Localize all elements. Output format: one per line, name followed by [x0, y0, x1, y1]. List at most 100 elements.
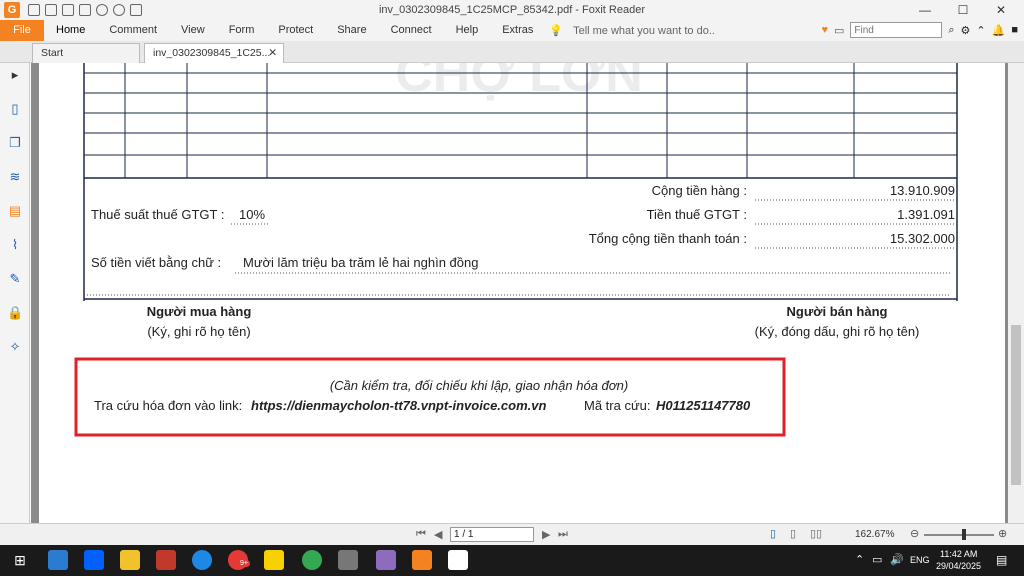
title-bar: G inv_0302309845_1C25MCP_85342.pdf - Fox…: [0, 0, 1024, 20]
clock-time[interactable]: 11:42 AM: [940, 549, 977, 559]
view-continuous-icon[interactable]: ▯: [790, 527, 796, 540]
attachment-icon[interactable]: ⌇: [7, 237, 23, 253]
lookup-code: H011251147780: [656, 398, 751, 413]
print-icon[interactable]: [62, 4, 74, 16]
zoom-slider-handle[interactable]: [962, 529, 966, 540]
view-facing-icon[interactable]: ▯▯: [810, 527, 822, 540]
gear-icon[interactable]: ⚙: [961, 24, 971, 37]
seller-title: Người bán hàng: [787, 304, 888, 319]
quick-access-toolbar: [28, 4, 142, 16]
menu-protect[interactable]: Protect: [266, 20, 325, 41]
close-icon[interactable]: ✕: [268, 47, 277, 59]
menu-help[interactable]: Help: [444, 20, 491, 41]
app-icon[interactable]: [48, 550, 68, 570]
notification-center-icon[interactable]: ▤: [996, 553, 1007, 567]
foxit-reader-icon[interactable]: [412, 550, 432, 570]
document-viewport[interactable]: CHỢ LỚN Cộng tiền hàng : 13.910.909 Tiền…: [31, 45, 1008, 523]
buyer-note: (Ký, ghi rõ họ tên): [147, 324, 250, 339]
sticky-notes-icon[interactable]: [264, 550, 284, 570]
lightbulb-icon: 💡: [549, 25, 564, 37]
language-indicator[interactable]: ENG: [910, 555, 930, 565]
new-icon[interactable]: [79, 4, 91, 16]
lookup-link[interactable]: https://dienmaycholon-tt78.vnpt-invoice.…: [251, 398, 546, 413]
menu-share[interactable]: Share: [325, 20, 378, 41]
first-page-icon[interactable]: ⏮: [416, 528, 426, 541]
seller-note: (Ký, đóng dấu, ghi rõ họ tên): [755, 324, 920, 339]
capcut-icon[interactable]: [448, 550, 468, 570]
file-explorer-icon[interactable]: [120, 550, 140, 570]
maximize-icon[interactable]: ☐: [944, 0, 982, 20]
lock-icon[interactable]: 🔒: [7, 305, 23, 321]
vat-rate-label: Thuế suất thuế GTGT :: [91, 207, 224, 222]
volume-icon[interactable]: 🔊: [890, 553, 904, 566]
page-icon[interactable]: ▯: [7, 101, 23, 117]
chevron-up-icon[interactable]: ⌃: [976, 24, 985, 37]
pdf-page: CHỢ LỚN Cộng tiền hàng : 13.910.909 Tiền…: [39, 45, 1005, 523]
window-title: inv_0302309845_1C25MCP_85342.pdf - Foxit…: [378, 4, 645, 16]
buyer-title: Người mua hàng: [147, 304, 252, 319]
file-menu[interactable]: File: [0, 20, 44, 41]
ribbon-menu: File Home Comment View Form Protect Shar…: [0, 20, 1024, 41]
chevron-up-icon[interactable]: ⌃: [855, 553, 864, 566]
pages-icon[interactable]: ❐: [7, 135, 23, 151]
menu-comment[interactable]: Comment: [97, 20, 169, 41]
prev-page-icon[interactable]: ◀: [434, 528, 442, 541]
page-input[interactable]: 1 / 1: [450, 527, 534, 542]
vat-rate-value: 10%: [239, 207, 265, 222]
zoom-level[interactable]: 162.67%: [855, 529, 894, 540]
chrome-icon[interactable]: [302, 550, 322, 570]
expand-panel-icon[interactable]: ▸: [7, 67, 23, 83]
comment-icon[interactable]: ▭: [834, 24, 844, 37]
watermark: CHỢ LỚN: [395, 63, 643, 103]
menu-view[interactable]: View: [169, 20, 217, 41]
zoom-in-icon[interactable]: ⊕: [998, 527, 1007, 540]
bell-icon[interactable]: 🔔: [992, 24, 1006, 37]
notification-badge: 9+: [238, 560, 250, 567]
open-icon[interactable]: [28, 4, 40, 16]
lookup-note: (Cần kiểm tra, đối chiếu khi lập, giao n…: [330, 378, 628, 393]
edge-icon[interactable]: [192, 550, 212, 570]
minimize-icon[interactable]: —: [906, 0, 944, 20]
scrollbar-thumb[interactable]: [1011, 325, 1021, 485]
tell-me-box[interactable]: Tell me what you want to do..: [573, 25, 715, 37]
last-page-icon[interactable]: ⏭: [558, 528, 568, 541]
zoom-out-icon[interactable]: ⊖: [910, 527, 919, 540]
comments-icon[interactable]: ▤: [7, 203, 23, 219]
save-icon[interactable]: [45, 4, 57, 16]
signature-icon[interactable]: ✎: [7, 271, 23, 287]
tab-start[interactable]: Start: [32, 43, 140, 63]
view-single-icon[interactable]: ▯: [770, 527, 776, 540]
foxit-logo-icon: G: [4, 2, 20, 18]
layers-icon[interactable]: ≋: [7, 169, 23, 185]
tab-invoice[interactable]: inv_0302309845_1C25... ✕: [144, 43, 284, 63]
page-number: 1 / 1: [454, 529, 474, 540]
menu-form[interactable]: Form: [217, 20, 267, 41]
windows-start-icon[interactable]: ⊞: [10, 550, 30, 570]
hand-tool-icon[interactable]: [130, 4, 142, 16]
menu-connect[interactable]: Connect: [379, 20, 444, 41]
heart-icon[interactable]: ♥: [821, 24, 828, 36]
subtotal-label: Cộng tiền hàng :: [652, 183, 747, 198]
vertical-scrollbar[interactable]: [1008, 63, 1024, 523]
app-icon[interactable]: [376, 550, 396, 570]
status-bar: ⏮ ◀ 1 / 1 ▶ ⏭ ▯ ▯ ▯▯ 162.67% ⊖ ⊕: [0, 523, 1024, 545]
clock-date[interactable]: 29/04/2025: [936, 561, 981, 571]
redo-icon[interactable]: [113, 4, 125, 16]
user-icon[interactable]: ■: [1011, 24, 1018, 36]
network-icon[interactable]: ▭: [872, 553, 882, 566]
close-icon[interactable]: ✕: [982, 0, 1020, 20]
search-icon[interactable]: ⌕: [948, 24, 954, 37]
menu-extras[interactable]: Extras: [490, 20, 545, 41]
app-icon[interactable]: [156, 550, 176, 570]
security-icon[interactable]: ✧: [7, 339, 23, 355]
total-label: Tổng cộng tiền thanh toán :: [589, 231, 747, 246]
undo-icon[interactable]: [96, 4, 108, 16]
database-icon[interactable]: [338, 550, 358, 570]
next-page-icon[interactable]: ▶: [542, 528, 550, 541]
find-input[interactable]: [850, 22, 943, 38]
dropbox-icon[interactable]: [84, 550, 104, 570]
windows-taskbar: ⊞ 9+ ⌃ ▭ 🔊 ENG 11:42 AM 29/04/2025 ▤: [0, 545, 1024, 576]
menu-home[interactable]: Home: [44, 20, 97, 41]
zoom-slider[interactable]: [924, 534, 994, 536]
app-icon[interactable]: 9+: [228, 550, 250, 570]
